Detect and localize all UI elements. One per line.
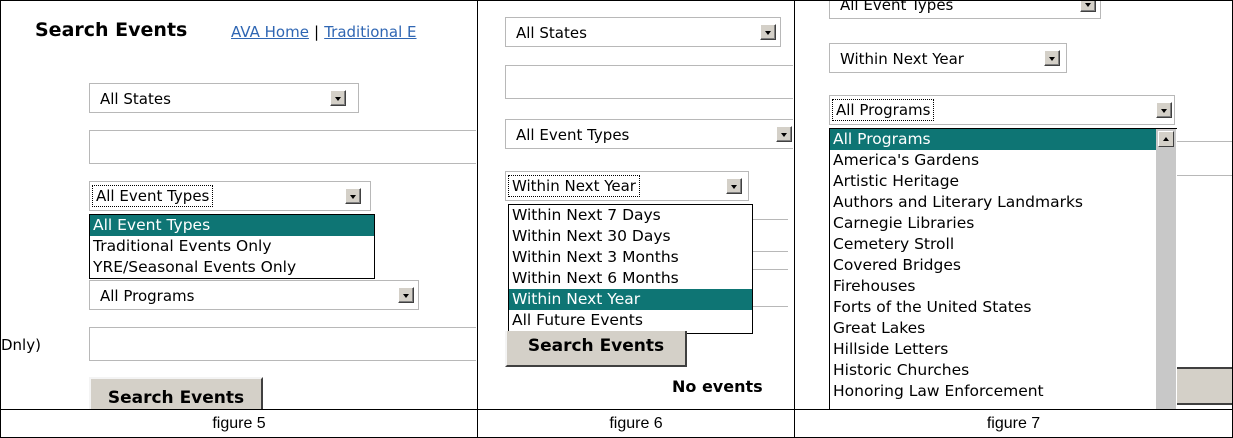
program-select-value: All Programs — [100, 287, 195, 305]
time-range-select-value: Within Next Year — [840, 50, 964, 68]
chevron-down-icon[interactable] — [1080, 1, 1096, 12]
search-events-button[interactable]: Search Events — [89, 377, 263, 409]
dropdown-option[interactable]: Within Next 7 Days — [509, 205, 752, 226]
event-type-select-value: All Event Types — [91, 185, 214, 207]
dropdown-option[interactable]: All Programs — [830, 129, 1156, 150]
event-type-select[interactable]: All Event Types — [829, 1, 1101, 19]
chevron-down-icon[interactable] — [398, 287, 414, 303]
dropdown-scrollbar[interactable] — [1156, 129, 1176, 409]
field-label: Dnly) — [1, 336, 41, 354]
dropdown-option[interactable]: Within Next 3 Months — [509, 247, 752, 268]
figure-caption: figure 7 — [986, 415, 1041, 432]
dropdown-option[interactable]: Carnegie Libraries — [830, 213, 1156, 234]
dropdown-option[interactable]: Covered Bridges — [830, 255, 1156, 276]
search-text-input[interactable] — [89, 130, 476, 164]
dropdown-option[interactable]: Cemetery Stroll — [830, 234, 1156, 255]
event-type-dropdown: All Event Types Traditional Events Only … — [89, 214, 375, 279]
dropdown-option[interactable]: YRE/Seasonal Events Only — [90, 257, 374, 278]
state-select[interactable]: All States — [89, 83, 359, 113]
dropdown-option[interactable]: Great Lakes — [830, 318, 1156, 339]
dropdown-option[interactable]: All Future Events — [509, 310, 752, 331]
figure-caption: figure 5 — [212, 415, 266, 432]
second-text-input[interactable] — [89, 327, 476, 361]
chevron-down-icon[interactable] — [330, 90, 346, 106]
time-range-dropdown: Within Next 7 Days Within Next 30 Days W… — [508, 204, 753, 334]
figure-6-panel: All States All Event Types Within Next Y… — [478, 1, 793, 409]
search-events-button[interactable]: Search Events — [505, 331, 687, 367]
dropdown-option[interactable]: America's Gardens — [830, 150, 1156, 171]
program-dropdown: All Programs America's Gardens Artistic … — [829, 128, 1177, 409]
traditional-events-link[interactable]: Traditional E — [324, 23, 416, 41]
page-title: Search Events — [35, 19, 188, 41]
field-edge — [748, 251, 788, 252]
nav-separator: | — [314, 23, 320, 41]
field-edge — [748, 269, 788, 270]
column-divider — [477, 0, 478, 438]
time-range-select[interactable]: Within Next Year — [829, 43, 1067, 73]
chevron-down-icon[interactable] — [345, 188, 361, 204]
chevron-down-icon[interactable] — [760, 24, 776, 40]
event-type-select[interactable]: All Event Types — [89, 181, 371, 211]
figure-caption: figure 6 — [609, 415, 663, 432]
figure-table: Search Events AVA Home | Traditional E A… — [0, 0, 1233, 438]
chevron-down-icon[interactable] — [726, 178, 742, 194]
state-select-value: All States — [516, 24, 587, 42]
event-type-select-value: All Event Types — [840, 1, 954, 14]
dropdown-option[interactable]: Forts of the United States — [830, 297, 1156, 318]
figure-7-panel: All Event Types Within Next Year All Pro… — [795, 1, 1232, 409]
table-border-top — [0, 0, 1233, 1]
time-range-select-value: Within Next Year — [508, 175, 640, 197]
event-type-select-value: All Event Types — [516, 126, 630, 144]
chevron-down-icon[interactable] — [1156, 102, 1172, 118]
event-type-select[interactable]: All Event Types — [505, 119, 793, 149]
field-edge — [748, 306, 788, 307]
no-events-message: No events — [672, 377, 763, 396]
dropdown-option[interactable]: Firehouses — [830, 276, 1156, 297]
ava-home-link[interactable]: AVA Home — [231, 23, 309, 41]
program-select[interactable]: All Programs — [89, 280, 419, 310]
dropdown-option[interactable]: Within Next 6 Months — [509, 268, 752, 289]
nav-links: AVA Home | Traditional E — [231, 22, 417, 41]
program-options: All Programs America's Gardens Artistic … — [830, 129, 1156, 402]
state-select[interactable]: All States — [505, 17, 781, 47]
dropdown-option[interactable]: Historic Churches — [830, 360, 1156, 381]
time-range-select[interactable]: Within Next Year — [505, 171, 749, 201]
field-edge — [748, 219, 788, 220]
figure-5-panel: Search Events AVA Home | Traditional E A… — [1, 1, 476, 409]
dropdown-option[interactable]: Traditional Events Only — [90, 236, 374, 257]
dropdown-option[interactable]: Authors and Literary Landmarks — [830, 192, 1156, 213]
search-text-input[interactable] — [505, 65, 793, 99]
chevron-down-icon[interactable] — [776, 126, 792, 142]
dropdown-option[interactable]: Artistic Heritage — [830, 171, 1156, 192]
dropdown-option[interactable]: Within Next Year — [509, 289, 752, 310]
scroll-up-icon[interactable] — [1158, 131, 1174, 147]
program-select[interactable]: All Programs — [829, 95, 1175, 125]
dropdown-option[interactable]: Honoring Law Enforcement — [830, 381, 1156, 402]
chevron-down-icon[interactable] — [1044, 50, 1060, 66]
table-border-left — [0, 0, 1, 438]
dropdown-option[interactable]: Hillside Letters — [830, 339, 1156, 360]
field-edge — [1175, 175, 1232, 176]
state-select-value: All States — [100, 90, 171, 108]
column-divider — [794, 0, 795, 438]
program-select-value: All Programs — [831, 99, 935, 121]
dropdown-option[interactable]: All Event Types — [90, 215, 374, 236]
dropdown-option[interactable]: Within Next 30 Days — [509, 226, 752, 247]
field-edge — [1175, 141, 1232, 142]
